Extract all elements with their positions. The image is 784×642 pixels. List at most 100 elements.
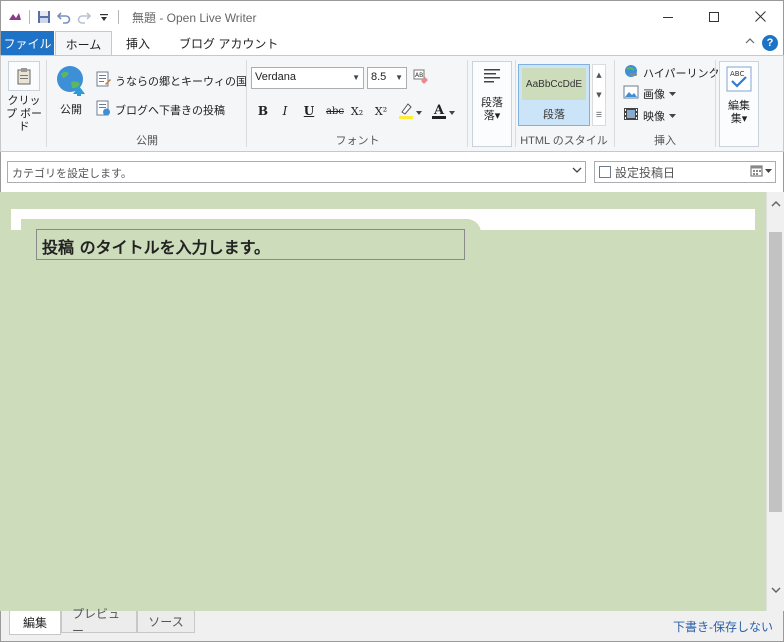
image-label: 画像 [643,88,665,101]
clipboard-label: クリップ ボード [5,95,43,133]
tab-blog-account[interactable]: ブログ アカウント [169,31,288,55]
title-bar: 無題 - Open Live Writer [0,0,784,31]
blog-icon [95,71,111,90]
post-draft-label: ブログへ下書きの投稿 [115,104,225,117]
clear-formatting-icon[interactable]: AB [413,69,429,88]
font-name-value: Verdana [255,71,296,83]
clipboard-icon [8,61,40,91]
calendar-icon[interactable] [750,165,772,177]
bold-button[interactable]: B [255,102,271,120]
font-name-select[interactable]: Verdana ▼ [251,67,364,89]
image-button[interactable]: 画像 [623,85,676,102]
blog-selector[interactable]: うならの郷とキーウィの国 [95,71,258,90]
spellcheck-icon: ABC [726,66,752,96]
font-size-select[interactable]: 8.5 ▼ [367,67,407,89]
save-status: 下書き-保存しない [673,620,773,634]
window-title: 無題 - Open Live Writer [132,11,257,25]
publish-date-label: 設定投稿日 [615,165,676,180]
help-icon[interactable]: ? [762,35,778,51]
publish-group-label: 公開 [136,135,158,147]
font-color-button[interactable]: A [431,102,455,123]
strikethrough-button[interactable]: abc [324,102,346,120]
ribbon-home: クリップ ボード 公開 うならの郷とキーウィの国 ブログへ下書きの投稿 公開 V… [0,55,784,152]
post-properties-bar: カテゴリを設定します。 設定投稿日 [0,152,784,192]
quick-access-toolbar [7,7,121,27]
subscript-button[interactable]: X₂ [348,102,366,120]
window-controls [645,1,783,32]
publish-date-checkbox[interactable] [599,166,611,178]
html-style-group-label: HTML のスタイル [520,135,608,147]
tab-file[interactable]: ファイル [1,31,54,55]
edit-label: 編集 [728,100,750,112]
tab-edit[interactable]: 編集 [9,611,61,635]
chevron-up-icon: ▲ [596,71,602,79]
paragraph-icon [482,67,502,89]
video-button[interactable]: 映像 [623,107,676,124]
editor-scrollbar[interactable] [766,192,784,611]
edit-button[interactable]: ABC 編集 集▾ [719,61,759,147]
collapse-ribbon-icon[interactable] [745,35,755,48]
video-icon [623,107,639,124]
paragraph-label: 段落 [481,97,503,109]
paragraph-sub: 落▾ [483,110,501,122]
svg-text:A: A [433,103,445,118]
chevron-down-icon [572,166,582,177]
ribbon-tabs: ファイル ホーム 挿入 ブログ アカウント ? [0,31,784,56]
chevron-down-icon: ▼ [596,91,602,99]
hyperlink-icon [623,63,639,82]
svg-text:AB: AB [415,72,423,79]
svg-text:ABC: ABC [730,70,744,78]
chevron-down-icon [669,88,676,100]
scroll-thumb[interactable] [769,232,782,512]
image-icon [623,85,639,102]
gallery-expand-icon: ☰ [595,111,603,119]
scroll-up-icon[interactable] [767,194,784,212]
group-publish: 公開 うならの郷とキーウィの国 ブログへ下書きの投稿 公開 [47,56,258,151]
category-placeholder: カテゴリを設定します。 [12,168,132,180]
hyperlink-button[interactable]: ハイパーリンク [623,63,720,82]
font-color-icon: A [431,102,447,123]
highlight-color-button[interactable] [398,102,422,123]
customize-qat-icon[interactable] [96,9,112,25]
tab-preview[interactable]: プレビュー [61,607,137,638]
font-group-label: フォント [335,135,380,147]
tab-home[interactable]: ホーム [55,31,112,56]
hyperlink-label: ハイパーリンク [643,67,720,80]
category-select[interactable]: カテゴリを設定します。 [7,161,586,183]
chevron-down-icon [669,110,676,122]
style-preview: AaBbCcDdE [522,68,586,100]
publish-button[interactable]: 公開 [52,64,90,117]
chevron-down-icon: ▼ [395,73,403,82]
blog-selector-label: うならの郷とキーウィの国 [115,75,247,88]
bottom-bar: 編集 プレビュー ソース 下書き-保存しない [0,607,784,642]
redo-icon[interactable] [76,9,92,25]
publish-date-field[interactable]: 設定投稿日 [594,161,776,183]
publish-label: 公開 [60,104,82,116]
editor-area[interactable]: 投稿 のタイトルを入力します。 [0,192,766,611]
tab-source[interactable]: ソース [137,611,195,633]
insert-group-label: 挿入 [654,135,676,147]
style-gallery-item[interactable]: AaBbCcDdE 段落 [518,64,590,126]
minimize-button[interactable] [645,1,691,32]
superscript-button[interactable]: X² [372,102,390,120]
italic-button[interactable]: I [277,102,293,120]
style-name: 段落 [543,109,565,121]
chevron-down-icon: ▼ [352,73,360,82]
publish-globe-icon [55,64,87,100]
underline-button[interactable]: U [301,102,317,120]
save-icon[interactable] [36,9,52,25]
maximize-button[interactable] [691,1,737,32]
group-clipboard: クリップ ボード [1,56,47,151]
font-size-value: 8.5 [371,71,387,83]
paragraph-button[interactable]: 段落 落▾ [472,61,512,147]
style-gallery-scroll[interactable]: ▲ ▼ ☰ [592,64,606,126]
post-draft-button[interactable]: ブログへ下書きの投稿 [95,100,225,119]
tab-insert[interactable]: 挿入 [116,31,160,55]
post-draft-icon [95,100,111,119]
clipboard-button[interactable]: クリップ ボード [5,61,43,134]
undo-icon[interactable] [56,9,72,25]
scroll-down-icon[interactable] [767,581,784,599]
edit-sub: 集▾ [730,113,748,125]
post-title-input[interactable]: 投稿 のタイトルを入力します。 [36,229,465,260]
close-button[interactable] [737,1,783,32]
